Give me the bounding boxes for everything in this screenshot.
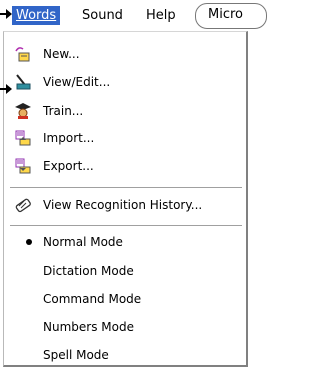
menu-item-normal-mode-label: Normal Mode: [43, 235, 123, 249]
selected-mode-bullet-icon: [26, 239, 32, 245]
words-dropdown-menu: New... View/Edit... Train... Import... E…: [3, 31, 248, 367]
menu-item-spell-mode-label: Spell Mode: [43, 348, 109, 362]
menu-sound-label: Sound: [82, 8, 123, 23]
menu-item-dictation-mode-label: Dictation Mode: [43, 264, 134, 278]
microphone-label: Micro: [208, 7, 243, 22]
microphone-pill[interactable]: Micro: [195, 3, 267, 29]
menu-item-view-edit-label: View/Edit...: [43, 75, 111, 89]
menu-separator: [10, 225, 242, 227]
menu-item-export-label: Export...: [43, 159, 94, 173]
import-icon: [15, 130, 31, 146]
menu-item-view-recognition-history-label: View Recognition History...: [43, 198, 203, 212]
menu-sound[interactable]: Sound: [82, 7, 123, 25]
arrow-pointer-icon: [0, 9, 12, 19]
menu-words[interactable]: Words: [12, 6, 61, 25]
menu-help-label: Help: [146, 8, 176, 23]
recognition-history-icon: [15, 198, 31, 213]
train-icon: [15, 103, 31, 119]
menu-separator: [10, 187, 242, 189]
new-word-icon: [15, 47, 30, 62]
menu-words-label: Words: [16, 8, 57, 23]
menu-item-new-label: New...: [43, 47, 80, 61]
menu-item-numbers-mode-label: Numbers Mode: [43, 320, 134, 334]
menu-help[interactable]: Help: [146, 7, 176, 25]
menu-item-command-mode-label: Command Mode: [43, 292, 142, 306]
export-icon: [15, 158, 31, 174]
menu-item-import-label: Import...: [43, 131, 95, 145]
menu-bar: Words Sound Help Micro: [0, 0, 267, 30]
menu-item-train-label: Train...: [43, 104, 84, 118]
view-edit-icon: [16, 74, 31, 90]
arrow-pointer-icon: [0, 84, 12, 94]
